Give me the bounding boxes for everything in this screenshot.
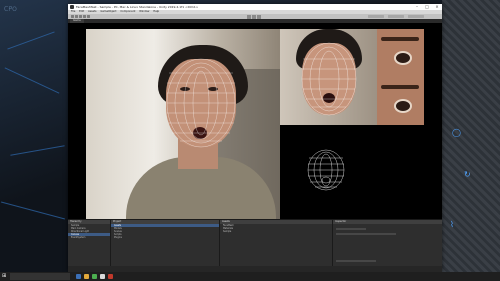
taskbar-search-box[interactable] — [10, 273, 70, 280]
unity-editor-window: FaceMeshTest - Sample - PC, Mac & Linux … — [68, 4, 442, 272]
inspector-field[interactable] — [336, 260, 376, 262]
inspector-field[interactable] — [336, 233, 396, 235]
rotate-tool-icon[interactable] — [79, 15, 82, 18]
game-view[interactable]: Game — [68, 19, 442, 219]
wallpaper-right-panel: ◯ ↻ ⌇ — [442, 0, 500, 272]
scale-tool-icon[interactable] — [83, 15, 86, 18]
menu-window[interactable]: Window — [139, 10, 149, 13]
hierarchy-panel[interactable]: Hierarchy Sample Main Camera Directional… — [68, 220, 111, 267]
asset-row[interactable]: Sample — [220, 230, 332, 233]
face-crop-view — [280, 29, 377, 125]
layers-dropdown[interactable] — [388, 15, 404, 18]
assets-panel[interactable]: Assets FaceMesh Materials Sample — [220, 220, 333, 267]
menu-gameobject[interactable]: GameObject — [100, 10, 116, 13]
menu-component[interactable]: Component — [120, 10, 135, 13]
menu-edit[interactable]: Edit — [79, 10, 84, 13]
wallpaper-glyph: ⌇ — [450, 220, 454, 229]
taskbar-unity-icon[interactable] — [100, 274, 105, 279]
game-view-tabbar: Game — [68, 19, 442, 23]
inspector-field[interactable] — [336, 228, 366, 230]
unity-app-icon — [70, 5, 74, 9]
wallpaper-line — [0, 201, 66, 220]
windows-start-icon[interactable]: ⊞ — [2, 274, 7, 279]
project-row[interactable]: Plugins — [111, 236, 219, 239]
editor-panels: Hierarchy Sample Main Camera Directional… — [68, 219, 442, 267]
face-mesh-overlay — [166, 58, 236, 148]
eye-crop-left — [377, 29, 424, 77]
inspector-header[interactable]: Inspector — [333, 220, 442, 224]
hierarchy-row[interactable]: EventSystem — [68, 236, 110, 239]
tab-game[interactable]: Game — [70, 19, 84, 23]
inspector-panel[interactable]: Inspector — [333, 220, 442, 267]
wallpaper-glyph: ◯ — [452, 128, 461, 137]
face-mesh-3d-preview — [307, 149, 345, 191]
crop-face-mesh — [301, 42, 357, 116]
eye-crop-iris — [394, 51, 412, 65]
wallpaper-line — [4, 67, 60, 94]
wallpaper-left-panel: ᑕᑭO — [0, 0, 68, 272]
wallpaper-glyph: ↻ — [464, 170, 471, 179]
step-icon[interactable] — [256, 14, 261, 19]
taskbar-app-icon[interactable] — [84, 274, 89, 279]
eye-crop-brow — [381, 85, 419, 89]
menu-assets[interactable]: Assets — [88, 10, 96, 13]
eye-crop-right — [377, 77, 424, 125]
layout-dropdown[interactable] — [408, 15, 424, 18]
rect-tool-icon[interactable] — [87, 15, 90, 18]
taskbar-clock[interactable] — [472, 272, 498, 281]
wallpaper-line — [10, 145, 65, 156]
menu-help[interactable]: Help — [153, 10, 159, 13]
taskbar-app-icon[interactable] — [108, 274, 113, 279]
windows-taskbar: ⊞ — [0, 272, 500, 281]
taskbar-app-icon[interactable] — [92, 274, 97, 279]
wallpaper-text: ᑕᑭO — [4, 6, 17, 13]
eye-crop-brow — [381, 37, 419, 41]
menu-file[interactable]: File — [71, 10, 75, 13]
move-tool-icon[interactable] — [75, 15, 78, 18]
taskbar-app-icon[interactable] — [76, 274, 81, 279]
hand-tool-icon[interactable] — [71, 15, 74, 18]
wallpaper-line — [7, 31, 55, 50]
pause-icon[interactable] — [251, 14, 256, 19]
eye-crop-iris — [394, 99, 412, 113]
account-dropdown[interactable] — [368, 15, 384, 18]
camera-feed-main — [86, 29, 280, 219]
play-icon[interactable] — [246, 14, 251, 19]
project-panel[interactable]: Project Assets Models Scenes Scripts Plu… — [111, 220, 220, 267]
